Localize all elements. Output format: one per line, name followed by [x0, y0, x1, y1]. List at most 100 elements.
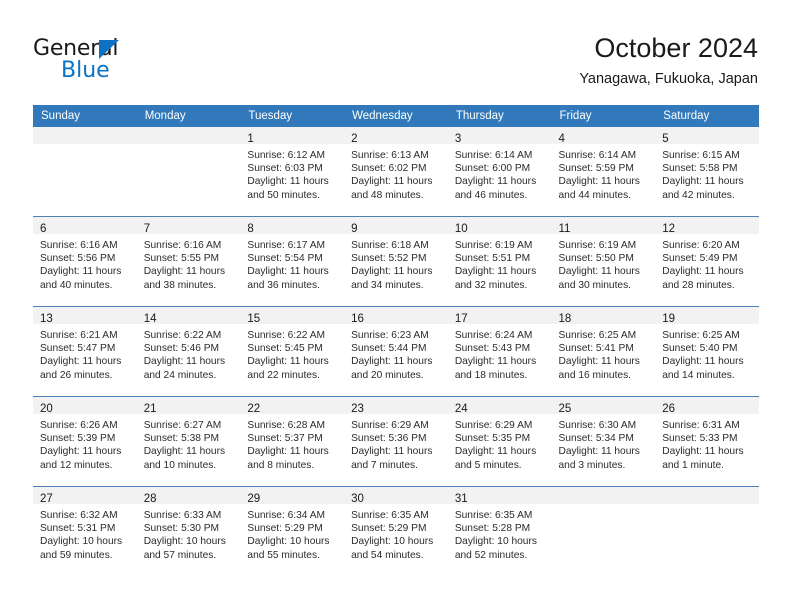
calendar-day-cell[interactable]: 9 Sunrise: 6:18 AM Sunset: 5:52 PM Daylight… — [344, 216, 448, 307]
sunset-text: Sunset: 5:28 PM — [454, 523, 531, 535]
day-details: Sunrise: 6:19 AM Sunset: 5:51 PM Daylight:… — [448, 234, 552, 292]
day-number-band: 18 — [551, 307, 656, 325]
day-number-band: 25 — [551, 397, 656, 415]
day-details: Sunrise: 6:21 AM Sunset: 5:47 PM Daylight:… — [33, 324, 137, 382]
calendar-day-cell[interactable]: 21 Sunrise: 6:27 AM Sunset: 5:38 PM Dayligh… — [136, 396, 241, 487]
calendar-day-cell[interactable]: 8 Sunrise: 6:17 AM Sunset: 5:54 PM Daylight… — [240, 216, 345, 307]
calendar-day-cell[interactable]: 2 Sunrise: 6:13 AM Sunset: 6:02 PM Daylight… — [344, 127, 448, 217]
calendar-day-cell[interactable]: 14 Sunrise: 6:22 AM Sunset: 5:46 PM Dayligh… — [136, 306, 241, 397]
day-number-band: 27 — [33, 487, 137, 505]
day-details: Sunrise: 6:31 AM Sunset: 5:33 PM Daylight:… — [655, 414, 759, 472]
sunset-text: Sunset: 5:41 PM — [558, 343, 634, 355]
calendar-day-cell[interactable]: 18 Sunrise: 6:25 AM Sunset: 5:41 PM Dayligh… — [551, 306, 656, 397]
daylight-text: and 42 minutes. — [662, 189, 735, 201]
calendar-day-cell[interactable]: 27 Sunrise: 6:32 AM Sunset: 5:31 PM Dayligh… — [33, 486, 137, 576]
day-number: 24 — [454, 403, 468, 415]
calendar-day-cell[interactable]: 29 Sunrise: 6:34 AM Sunset: 5:29 PM Dayligh… — [240, 486, 345, 576]
weekday-header-saturday: Saturday — [655, 105, 759, 127]
calendar-day-cell[interactable]: 30 Sunrise: 6:35 AM Sunset: 5:29 PM Dayligh… — [344, 486, 448, 576]
daylight-text: and 16 minutes. — [558, 369, 632, 381]
sunrise-text: Sunrise: 6:26 AM — [40, 420, 118, 431]
calendar-day-cell[interactable]: 28 Sunrise: 6:33 AM Sunset: 5:30 PM Dayligh… — [136, 486, 241, 576]
calendar-day-cell[interactable]: 12 Sunrise: 6:20 AM Sunset: 5:49 PM Dayligh… — [655, 216, 759, 307]
daylight-text: and 32 minutes. — [454, 279, 528, 291]
calendar-day-cell[interactable]: 11 Sunrise: 6:19 AM Sunset: 5:50 PM Dayligh… — [551, 216, 656, 307]
day-number: 2 — [351, 133, 358, 145]
sunrise-text: Sunrise: 6:13 AM — [351, 150, 429, 161]
daylight-text: and 7 minutes. — [351, 459, 418, 471]
sunset-text: Sunset: 5:59 PM — [558, 163, 634, 175]
day-number-band: 6 — [33, 217, 137, 235]
calendar-day-cell[interactable]: 16 Sunrise: 6:23 AM Sunset: 5:44 PM Dayligh… — [344, 306, 448, 397]
daylight-text: and 30 minutes. — [558, 279, 632, 291]
calendar-day-cell[interactable]: 4 Sunrise: 6:14 AM Sunset: 5:59 PM Daylight… — [551, 127, 656, 217]
daylight-text: and 48 minutes. — [351, 189, 424, 201]
day-number: 16 — [351, 313, 364, 325]
weekday-header-row: Sunday Monday Tuesday Wednesday Thursday… — [33, 105, 759, 127]
day-number: 20 — [40, 403, 53, 415]
daylight-text: Daylight: 10 hours — [143, 536, 226, 548]
sunrise-text: Sunrise: 6:35 AM — [351, 510, 429, 521]
calendar-day-cell[interactable]: 31 Sunrise: 6:35 AM Sunset: 5:28 PM Dayligh… — [447, 486, 552, 576]
day-details: Sunrise: 6:28 AM Sunset: 5:37 PM Daylight:… — [240, 414, 344, 472]
daylight-text: Daylight: 10 hours — [247, 536, 330, 548]
calendar-day-cell[interactable]: 25 Sunrise: 6:30 AM Sunset: 5:34 PM Dayligh… — [551, 396, 656, 487]
calendar-day-cell[interactable]: 1 Sunrise: 6:12 AM Sunset: 6:03 PM Daylight… — [240, 127, 345, 217]
daylight-text: Daylight: 11 hours — [662, 446, 744, 458]
day-details: Sunrise: 6:25 AM Sunset: 5:40 PM Daylight:… — [655, 324, 759, 382]
day-details: Sunrise: 6:27 AM Sunset: 5:38 PM Daylight:… — [137, 414, 241, 472]
daylight-text: Daylight: 10 hours — [40, 536, 123, 548]
sunset-text: Sunset: 5:58 PM — [662, 163, 738, 175]
daylight-text: and 12 minutes. — [40, 459, 113, 471]
calendar-day-cell[interactable]: 24 Sunrise: 6:29 AM Sunset: 5:35 PM Dayligh… — [447, 396, 552, 487]
daylight-text: and 26 minutes. — [40, 369, 113, 381]
daylight-text: Daylight: 11 hours — [558, 266, 640, 278]
sunset-text: Sunset: 5:49 PM — [662, 253, 738, 265]
calendar-day-cell[interactable]: 20 Sunrise: 6:26 AM Sunset: 5:39 PM Dayligh… — [33, 396, 137, 487]
logo-text-blue: Blue — [61, 58, 110, 83]
day-details: Sunrise: 6:26 AM Sunset: 5:39 PM Daylight:… — [33, 414, 137, 472]
day-number-band: 26 — [655, 397, 759, 415]
sunset-text: Sunset: 5:44 PM — [351, 343, 427, 355]
sunrise-text: Sunrise: 6:24 AM — [454, 330, 533, 341]
calendar-day-cell[interactable]: 17 Sunrise: 6:24 AM Sunset: 5:43 PM Dayligh… — [447, 306, 552, 397]
calendar-day-cell[interactable]: 15 Sunrise: 6:22 AM Sunset: 5:45 PM Dayligh… — [240, 306, 345, 397]
calendar-day-cell[interactable]: 13 Sunrise: 6:21 AM Sunset: 5:47 PM Dayligh… — [33, 306, 137, 397]
day-number: 9 — [351, 223, 358, 235]
daylight-text: Daylight: 11 hours — [143, 356, 226, 368]
day-number-band: 17 — [447, 307, 552, 325]
calendar-day-cell[interactable]: 5 Sunrise: 6:15 AM Sunset: 5:58 PM Daylight… — [655, 127, 759, 217]
day-number-band: 9 — [344, 217, 448, 235]
sunset-text: Sunset: 5:36 PM — [351, 433, 427, 445]
sunset-text: Sunset: 5:47 PM — [40, 343, 116, 355]
weekday-header-wednesday: Wednesday — [344, 105, 448, 127]
day-details: Sunrise: 6:16 AM Sunset: 5:55 PM Daylight:… — [137, 234, 241, 292]
day-number-band: 11 — [551, 217, 656, 235]
sunrise-text: Sunrise: 6:31 AM — [662, 420, 740, 431]
daylight-text: Daylight: 11 hours — [558, 176, 640, 188]
day-number: 29 — [247, 493, 261, 505]
day-number-band: 3 — [447, 127, 552, 145]
day-number-band: 4 — [551, 127, 656, 145]
calendar-day-cell[interactable]: 19 Sunrise: 6:25 AM Sunset: 5:40 PM Dayligh… — [655, 306, 759, 397]
sunrise-text: Sunrise: 6:14 AM — [454, 150, 533, 161]
day-details: Sunrise: 6:25 AM Sunset: 5:41 PM Daylight:… — [552, 324, 656, 382]
sunrise-text: Sunrise: 6:16 AM — [40, 240, 118, 251]
calendar-day-cell[interactable]: 26 Sunrise: 6:31 AM Sunset: 5:33 PM Dayligh… — [655, 396, 759, 487]
daylight-text: Daylight: 11 hours — [454, 356, 537, 368]
title-block: October 2024 Yanagawa, Fukuoka, Japan — [579, 32, 758, 89]
calendar-day-cell[interactable]: 6 Sunrise: 6:16 AM Sunset: 5:56 PM Daylight… — [33, 216, 137, 307]
day-details: Sunrise: 6:23 AM Sunset: 5:44 PM Daylight:… — [344, 324, 448, 382]
day-details: Sunrise: 6:34 AM Sunset: 5:29 PM Daylight:… — [240, 504, 344, 562]
calendar-day-cell[interactable]: 22 Sunrise: 6:28 AM Sunset: 5:37 PM Dayligh… — [240, 396, 345, 487]
day-number-band: 29 — [240, 487, 345, 505]
day-number-band: 31 — [447, 487, 552, 505]
day-details: Sunrise: 6:29 AM Sunset: 5:35 PM Daylight:… — [448, 414, 552, 472]
daylight-text: and 40 minutes. — [40, 279, 113, 291]
calendar-day-cell[interactable]: 23 Sunrise: 6:29 AM Sunset: 5:36 PM Dayligh… — [344, 396, 448, 487]
day-number: 17 — [454, 313, 468, 325]
sunset-text: Sunset: 6:00 PM — [454, 163, 531, 175]
calendar-day-cell[interactable]: 3 Sunrise: 6:14 AM Sunset: 6:00 PM Daylight… — [447, 127, 552, 217]
calendar-day-cell[interactable]: 7 Sunrise: 6:16 AM Sunset: 5:55 PM Daylight… — [136, 216, 241, 307]
calendar-day-cell[interactable]: 10 Sunrise: 6:19 AM Sunset: 5:51 PM Dayligh… — [447, 216, 552, 307]
